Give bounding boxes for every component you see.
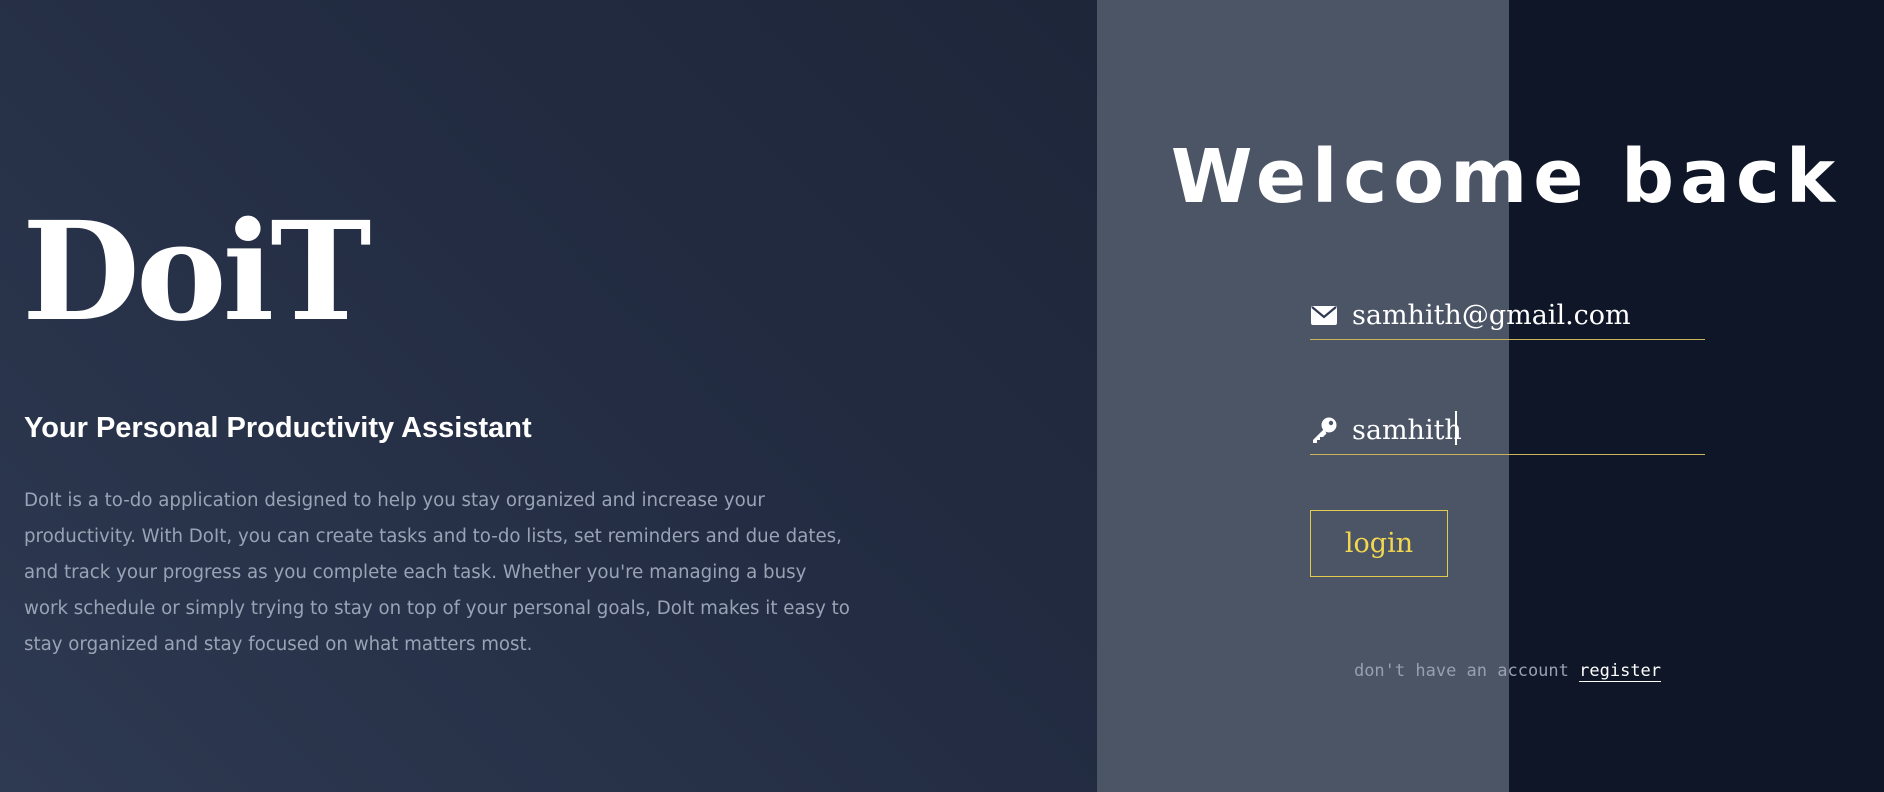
envelope-icon — [1310, 301, 1338, 329]
login-button[interactable]: login — [1310, 510, 1448, 577]
register-prompt-text: don't have an account — [1353, 661, 1569, 681]
app-logo: DoiT — [22, 192, 372, 352]
register-link[interactable]: register — [1579, 661, 1661, 681]
app-description: DoIt is a to-do application designed to … — [24, 490, 850, 655]
key-icon — [1310, 416, 1338, 444]
text-cursor — [1455, 411, 1457, 445]
app-tagline: Your Personal Productivity Assistant — [24, 412, 532, 444]
email-field — [1310, 293, 1705, 340]
email-input[interactable] — [1352, 293, 1692, 337]
password-input[interactable] — [1352, 408, 1692, 452]
password-field — [1310, 408, 1705, 455]
login-heading: Welcome back — [1170, 134, 1842, 220]
register-prompt: don't have an account register — [1310, 659, 1705, 683]
intro-panel — [0, 0, 1097, 792]
